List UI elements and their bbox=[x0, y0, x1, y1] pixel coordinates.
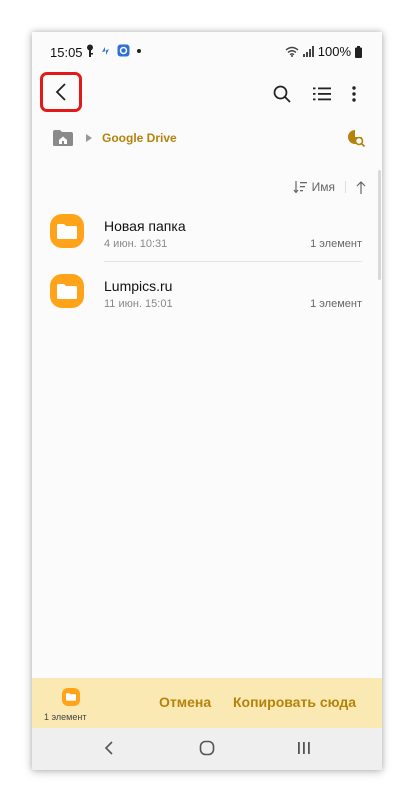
sort-icon[interactable] bbox=[293, 181, 307, 193]
storage-analysis-icon bbox=[348, 130, 366, 148]
status-right: 100% bbox=[285, 44, 362, 59]
nav-home-icon[interactable] bbox=[199, 740, 215, 756]
copy-action-bar: 1 элемент Отмена Копировать сюда bbox=[32, 678, 382, 728]
nav-back-icon[interactable] bbox=[104, 740, 114, 756]
selected-folder-icon bbox=[62, 688, 80, 706]
file-count: 1 элемент bbox=[310, 298, 362, 310]
status-time: 15:05 bbox=[50, 45, 83, 60]
file-name: Lumpics.ru bbox=[104, 278, 173, 294]
scrollbar[interactable] bbox=[378, 170, 381, 280]
list-item[interactable]: Новая папка 4 июн. 10:31 1 элемент bbox=[32, 202, 382, 262]
sync-icon bbox=[102, 47, 109, 55]
breadcrumb-arrow-icon bbox=[86, 134, 92, 142]
arrow-up-icon[interactable] bbox=[356, 180, 366, 194]
file-date: 4 июн. 10:31 bbox=[104, 238, 168, 250]
search-icon bbox=[273, 85, 291, 103]
sort-bar: Имя bbox=[293, 180, 366, 194]
cancel-button[interactable]: Отмена bbox=[159, 694, 211, 710]
home-folder-icon[interactable] bbox=[52, 129, 74, 147]
navigation-bar bbox=[32, 728, 382, 770]
phone-screen: 15:05 100% Google Drive Имя Новая папка … bbox=[32, 32, 382, 770]
file-name: Новая папка bbox=[104, 218, 186, 234]
search-button[interactable] bbox=[270, 82, 294, 106]
battery-percent: 100% bbox=[317, 44, 351, 59]
selected-count: 1 элемент bbox=[44, 712, 87, 722]
signal-icon bbox=[302, 46, 314, 57]
battery-icon bbox=[355, 45, 362, 58]
key-icon bbox=[87, 44, 93, 57]
more-options-button[interactable] bbox=[342, 82, 366, 106]
folder-icon bbox=[50, 274, 84, 308]
breadcrumb: Google Drive bbox=[52, 126, 177, 150]
nav-recents-icon[interactable] bbox=[297, 740, 311, 756]
copy-here-button[interactable]: Копировать сюда bbox=[233, 694, 356, 710]
file-date: 11 июн. 15:01 bbox=[104, 298, 173, 310]
status-bar: 15:05 100% bbox=[32, 32, 382, 72]
folder-icon bbox=[50, 214, 84, 248]
wifi-icon bbox=[285, 46, 299, 57]
back-button[interactable] bbox=[40, 72, 82, 112]
list-item[interactable]: Lumpics.ru 11 июн. 15:01 1 элемент bbox=[32, 262, 382, 322]
file-list: Новая папка 4 июн. 10:31 1 элемент Lumpi… bbox=[32, 202, 382, 322]
more-vertical-icon bbox=[352, 86, 356, 102]
view-mode-button[interactable] bbox=[310, 82, 334, 106]
storage-analysis-button[interactable] bbox=[346, 128, 366, 148]
app-notification-icon bbox=[117, 44, 130, 57]
dot-icon bbox=[137, 48, 141, 53]
chevron-left-icon bbox=[55, 83, 66, 101]
breadcrumb-location[interactable]: Google Drive bbox=[102, 131, 177, 145]
sort-label[interactable]: Имя bbox=[312, 180, 335, 194]
sort-divider bbox=[345, 181, 346, 193]
file-count: 1 элемент bbox=[310, 238, 362, 250]
list-view-icon bbox=[313, 87, 331, 101]
notification-icons bbox=[86, 44, 141, 57]
